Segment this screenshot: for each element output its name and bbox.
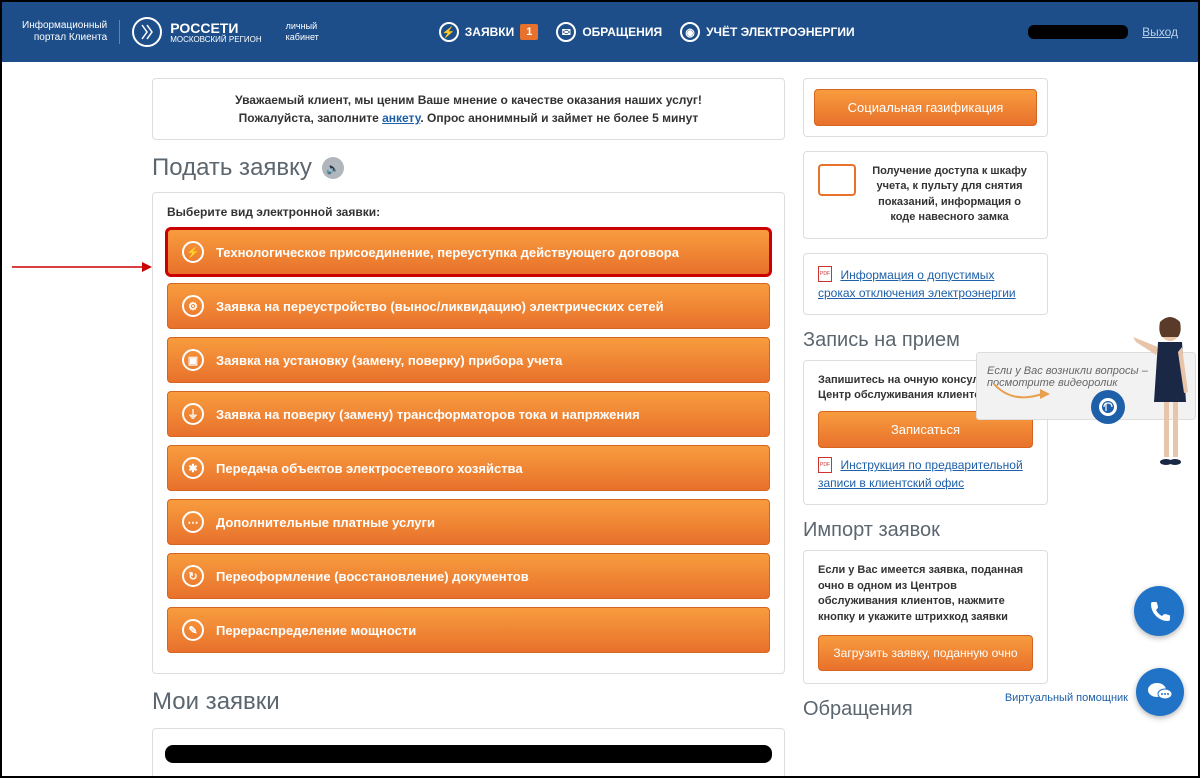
import-button[interactable]: Загрузить заявку, поданную очно [818, 635, 1033, 671]
dots-icon: ⋯ [182, 511, 204, 533]
redacted-bar [165, 745, 772, 763]
outage-info-link[interactable]: Информация о допустимых сроках отключени… [818, 268, 1016, 300]
nav-energy-label: УЧЁТ ЭЛЕКТРОЭНЕРГИИ [706, 25, 855, 39]
app-type-redistribution[interactable]: ✎ Перераспределение мощности [167, 607, 770, 653]
nav-requests-label: ОБРАЩЕНИЯ [582, 25, 662, 39]
logo-icon [132, 17, 162, 47]
import-text: Если у Вас имеется заявка, поданная очно… [818, 563, 1033, 625]
my-apps-title: Мои заявки [152, 688, 785, 716]
header: Информационный портал Клиента РОССЕТИ МО… [2, 2, 1198, 62]
brand-name: РОССЕТИ [170, 21, 261, 35]
nav-requests[interactable]: ✉ ОБРАЩЕНИЯ [556, 22, 662, 42]
nav-apps-label: ЗАЯВКИ [465, 25, 514, 39]
brand-region: МОСКОВСКИЙ РЕГИОН [170, 35, 261, 44]
survey-link[interactable]: анкету [382, 111, 420, 125]
notice-line2-post: . Опрос анонимный и займет не более 5 ми… [420, 111, 698, 125]
submit-title: Подать заявку 🔊 [152, 154, 785, 182]
cabinet-label: личный кабинет [286, 21, 319, 43]
mail-icon: ✉ [556, 22, 576, 42]
application-types-card: Выберите вид электронной заявки: ⚡ Техно… [152, 192, 785, 674]
app-type-tech-connection[interactable]: ⚡ Технологическое присоединение, переуст… [167, 229, 770, 275]
notice-line2-pre: Пожалуйста, заполните [239, 111, 382, 125]
meter-icon: ◉ [680, 22, 700, 42]
assistant-avatar [1128, 307, 1198, 497]
app-type-paid-services[interactable]: ⋯ Дополнительные платные услуги [167, 499, 770, 545]
survey-notice: Уважаемый клиент, мы ценим Ваше мнение о… [152, 78, 785, 140]
pdf-icon [818, 266, 832, 282]
chat-float-button[interactable] [1136, 668, 1184, 716]
pdf-icon [818, 457, 832, 473]
cabinet-access-text: Получение доступа к шкафу учета, к пульт… [866, 164, 1033, 226]
bolt-icon: ⚡ [439, 22, 459, 42]
cabinet-access-card[interactable]: Получение доступа к шкафу учета, к пульт… [803, 151, 1048, 239]
app-type-restoration[interactable]: ↻ Переоформление (восстановление) докуме… [167, 553, 770, 599]
transfer-icon: ✱ [182, 457, 204, 479]
app-type-transfer[interactable]: ✱ Передача объектов электросетевого хозя… [167, 445, 770, 491]
logout-link[interactable]: Выход [1142, 25, 1178, 39]
apps-badge: 1 [520, 24, 538, 40]
audio-icon[interactable]: 🔊 [322, 157, 344, 179]
appointment-instruction-link[interactable]: Инструкция по предварительной записи в к… [818, 458, 1023, 490]
nav-applications[interactable]: ⚡ ЗАЯВКИ 1 [439, 22, 539, 42]
select-label: Выберите вид электронной заявки: [167, 205, 770, 219]
import-title: Импорт заявок [803, 519, 1048, 542]
app-type-reconstruction[interactable]: ⚙ Заявка на переустройство (вынос/ликвид… [167, 283, 770, 329]
compass-icon: ✎ [182, 619, 204, 641]
outage-info-card: Информация о допустимых сроках отключени… [803, 253, 1048, 315]
social-gas-button[interactable]: Социальная газификация [814, 89, 1037, 126]
my-apps-card [152, 728, 785, 778]
social-gas-card: Социальная газификация [803, 78, 1048, 137]
phone-float-button[interactable] [1134, 586, 1184, 636]
brand-logo[interactable]: РОССЕТИ МОСКОВСКИЙ РЕГИОН [132, 17, 261, 47]
portal-label: Информационный портал Клиента [22, 20, 120, 44]
play-video-button[interactable] [1091, 390, 1125, 424]
app-type-transformer[interactable]: ⏚ Заявка на поверку (замену) трансформат… [167, 391, 770, 437]
plug-icon: ⏚ [182, 403, 204, 425]
nav-energy[interactable]: ◉ УЧЁТ ЭЛЕКТРОЭНЕРГИИ [680, 22, 855, 42]
curved-arrow-icon [992, 379, 1052, 409]
bolt-icon: ⚡ [182, 241, 204, 263]
callout-arrow-icon [12, 257, 152, 277]
notice-line1: Уважаемый клиент, мы ценим Ваше мнение о… [167, 91, 770, 109]
username-redacted [1028, 25, 1128, 39]
chat-label: Виртуальный помощник [1005, 692, 1128, 704]
video-hint-panel: Если у Вас возникли вопросы – посмотрите… [976, 352, 1196, 420]
document-icon: ▣ [182, 349, 204, 371]
import-card: Если у Вас имеется заявка, поданная очно… [803, 550, 1048, 684]
app-type-meter-install[interactable]: ▣ Заявка на установку (замену, поверку) … [167, 337, 770, 383]
cabinet-icon [818, 164, 856, 196]
tower-icon: ⚙ [182, 295, 204, 317]
appointment-title: Запись на прием [803, 329, 1048, 352]
refresh-icon: ↻ [182, 565, 204, 587]
